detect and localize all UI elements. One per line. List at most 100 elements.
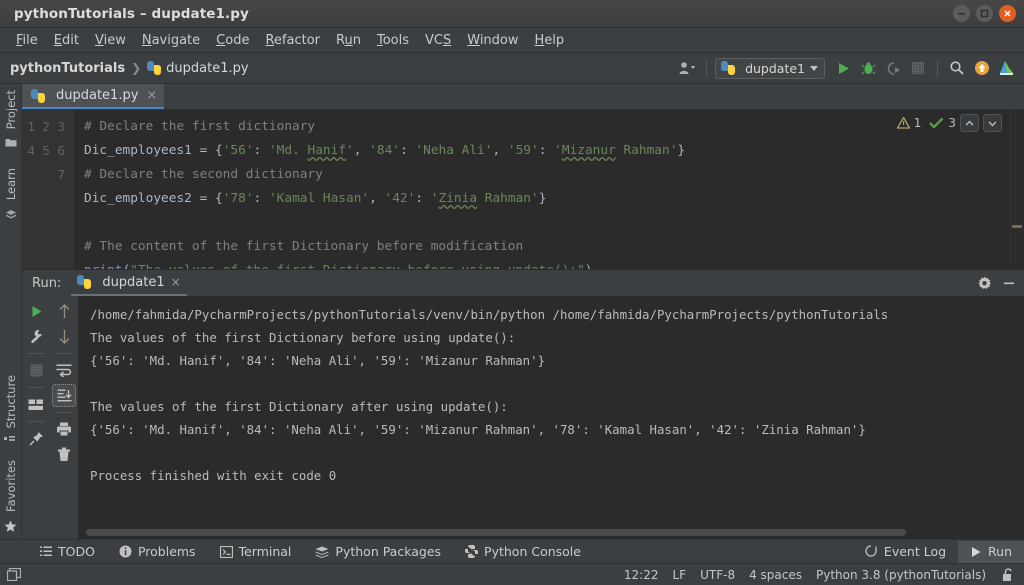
bottom-tab-terminal[interactable]: Terminal bbox=[208, 542, 304, 561]
run-with-coverage-button[interactable] bbox=[882, 57, 904, 79]
folder-icon bbox=[5, 135, 17, 150]
up-arrow-button[interactable] bbox=[52, 300, 76, 323]
bottom-tab-event-log[interactable]: Event Log bbox=[853, 542, 958, 561]
settings-wrench-button[interactable] bbox=[24, 325, 48, 348]
rerun-button[interactable] bbox=[24, 300, 48, 323]
menu-edit[interactable]: Edit bbox=[46, 31, 87, 50]
gear-icon[interactable] bbox=[977, 276, 992, 291]
editor-tab-dupdate1[interactable]: dupdate1.py × bbox=[22, 84, 165, 109]
soft-wrap-button[interactable] bbox=[52, 359, 76, 382]
chevron-down-icon bbox=[810, 65, 818, 71]
status-bar: 12:22 LF UTF-8 4 spaces Python 3.8 (pyth… bbox=[0, 563, 1024, 585]
close-icon[interactable]: × bbox=[171, 275, 181, 289]
user-icon[interactable] bbox=[676, 57, 698, 79]
menu-vcs[interactable]: VCS bbox=[417, 31, 459, 50]
code-line-4-var: Dic_employees2 bbox=[84, 191, 192, 206]
run-tab-dupdate1[interactable]: dupdate1 × bbox=[71, 271, 187, 296]
bottom-tab-run[interactable]: Run bbox=[958, 540, 1024, 563]
menu-window[interactable]: Window bbox=[459, 31, 526, 50]
run-console-output[interactable]: /home/fahmida/PycharmProjects/pythonTuto… bbox=[78, 296, 1024, 539]
console-line-1: /home/fahmida/PycharmProjects/pythonTuto… bbox=[90, 307, 889, 322]
breadcrumb-separator-icon: ❯ bbox=[131, 61, 142, 75]
indent-setting[interactable]: 4 spaces bbox=[749, 568, 802, 582]
close-icon[interactable]: × bbox=[146, 88, 157, 103]
pin-button[interactable] bbox=[24, 427, 48, 450]
unlocked-icon[interactable] bbox=[1000, 567, 1016, 583]
print-button[interactable] bbox=[52, 418, 76, 441]
line-numbers: 1 2 3 4 5 6 7 bbox=[27, 119, 65, 182]
scroll-to-end-button[interactable] bbox=[52, 384, 76, 407]
run-toolbar-divider-4 bbox=[55, 353, 73, 354]
bottom-tab-event-log-label: Event Log bbox=[883, 544, 947, 559]
code-key-42: '42' bbox=[384, 191, 416, 206]
problems-icon bbox=[119, 545, 132, 558]
clear-all-button[interactable] bbox=[52, 443, 76, 466]
editor-marker-rail[interactable] bbox=[1010, 110, 1024, 269]
caret-position[interactable]: 12:22 bbox=[624, 568, 659, 582]
inspection-widget[interactable]: 1 3 bbox=[896, 114, 1002, 132]
cube-icon bbox=[5, 207, 17, 223]
quote-2: ' bbox=[554, 143, 562, 158]
star-icon bbox=[4, 518, 18, 539]
toggle-sidebar-icon[interactable] bbox=[6, 567, 22, 583]
maximize-button[interactable] bbox=[976, 5, 993, 22]
colon-2: : bbox=[399, 143, 416, 158]
close-button[interactable] bbox=[999, 5, 1016, 22]
code-value-mizanur: Mizanur bbox=[561, 143, 616, 158]
pycharm-window: pythonTutorials – dupdate1.py File Edit … bbox=[0, 0, 1024, 585]
run-configuration-selector[interactable]: dupdate1 bbox=[715, 57, 825, 79]
minimize-button[interactable] bbox=[953, 5, 970, 22]
breadcrumb-project[interactable]: pythonTutorials bbox=[10, 61, 125, 76]
run-tool-window: Run: dupdate1 × /home/fahmida/PycharmPro… bbox=[22, 269, 1024, 539]
update-project-button[interactable] bbox=[971, 57, 993, 79]
bottom-tab-python-console[interactable]: Python Console bbox=[453, 542, 593, 561]
code-print-call: print bbox=[84, 263, 123, 269]
code-value-kamal: 'Kamal Hasan' bbox=[268, 191, 370, 206]
colon-1: : bbox=[253, 143, 269, 158]
previous-problem-button[interactable] bbox=[960, 114, 979, 132]
breadcrumb-file[interactable]: dupdate1.py bbox=[147, 60, 249, 76]
bottom-tab-problems[interactable]: Problems bbox=[107, 542, 208, 561]
stop-button[interactable] bbox=[24, 359, 48, 382]
favorites-label: Favorites bbox=[3, 460, 18, 512]
menu-help[interactable]: Help bbox=[527, 31, 573, 50]
next-problem-button[interactable] bbox=[983, 114, 1002, 132]
bottom-tab-todo[interactable]: TODO bbox=[28, 542, 107, 561]
run-button[interactable] bbox=[832, 57, 854, 79]
sidebar-item-project[interactable]: Project bbox=[4, 84, 18, 135]
structure-icon bbox=[3, 434, 18, 454]
minimize-icon[interactable] bbox=[1002, 277, 1016, 289]
bottom-tab-run-label: Run bbox=[988, 544, 1012, 559]
bottom-tab-python-packages[interactable]: Python Packages bbox=[303, 542, 453, 561]
menu-navigate[interactable]: Navigate bbox=[134, 31, 208, 50]
breadcrumb-file-label: dupdate1.py bbox=[166, 60, 249, 76]
line-separator[interactable]: LF bbox=[673, 568, 687, 582]
console-horizontal-scrollbar[interactable] bbox=[86, 529, 906, 536]
menu-code[interactable]: Code bbox=[208, 31, 257, 50]
code-text[interactable]: # Declare the first dictionary Dic_emplo… bbox=[74, 110, 1010, 269]
code-line-2-var: Dic_employees1 bbox=[84, 143, 192, 158]
menu-run[interactable]: Run bbox=[328, 31, 369, 50]
sidebar-item-favorites[interactable]: Favorites bbox=[4, 454, 18, 518]
run-window-label: Run: bbox=[32, 275, 62, 291]
python-interpreter[interactable]: Python 3.8 (pythonTutorials) bbox=[816, 568, 986, 582]
sidebar-item-learn[interactable]: Learn bbox=[4, 162, 18, 206]
run-toolbar-divider-2 bbox=[27, 387, 45, 388]
layout-button[interactable] bbox=[24, 393, 48, 416]
search-everywhere-icon[interactable] bbox=[946, 57, 968, 79]
code-editor[interactable]: 1 2 3 4 5 6 7 # Declare the first dictio… bbox=[22, 110, 1024, 269]
menu-refactor[interactable]: Refactor bbox=[257, 31, 328, 50]
commit-button[interactable] bbox=[996, 57, 1018, 79]
menu-file[interactable]: File bbox=[8, 31, 46, 50]
profiler-button[interactable] bbox=[907, 57, 929, 79]
run-window-header: Run: dupdate1 × bbox=[22, 270, 1024, 296]
menu-view[interactable]: View bbox=[87, 31, 134, 50]
menu-tools[interactable]: Tools bbox=[369, 31, 417, 50]
debug-button[interactable] bbox=[857, 57, 879, 79]
down-arrow-button[interactable] bbox=[52, 325, 76, 348]
code-key-78: '78' bbox=[222, 191, 254, 206]
sidebar-item-structure[interactable]: Structure bbox=[4, 369, 18, 435]
file-encoding[interactable]: UTF-8 bbox=[700, 568, 735, 582]
paren-close: ) bbox=[585, 263, 593, 269]
colon-5: : bbox=[415, 191, 431, 206]
